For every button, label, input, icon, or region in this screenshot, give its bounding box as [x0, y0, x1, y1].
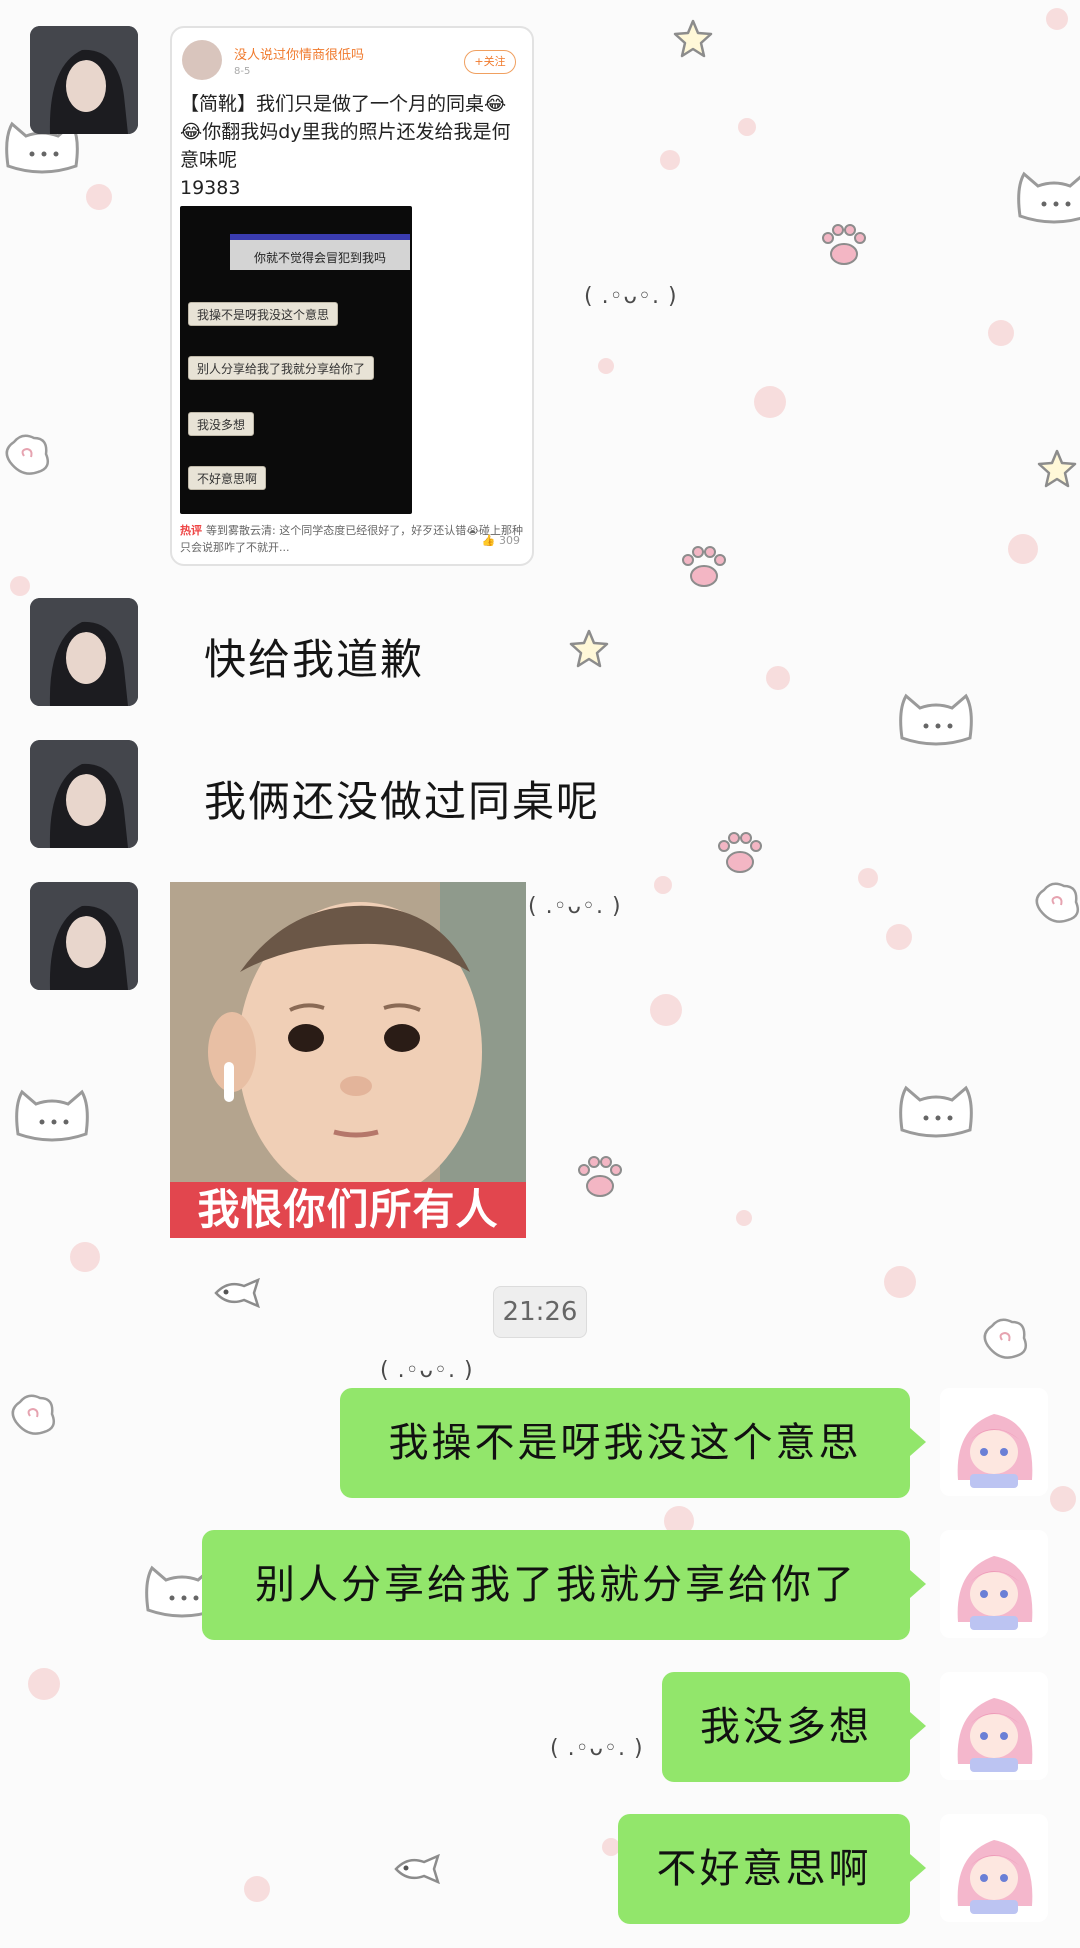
kaomoji-decoration: ( .◦ᴗ◦. ) [584, 284, 678, 309]
received-message-text[interactable]: 快给我道歉 [204, 626, 424, 687]
contact-avatar[interactable] [30, 740, 138, 848]
bg-dot [736, 1210, 752, 1226]
fish-icon [394, 1854, 440, 1884]
contact-avatar[interactable] [30, 882, 138, 990]
swirl-cloud-icon [1035, 882, 1079, 923]
contact-avatar[interactable] [30, 598, 138, 706]
bg-dot [886, 924, 912, 950]
screenshot-line: 你就不觉得会冒犯到我吗 [230, 234, 410, 270]
bg-dot [754, 386, 786, 418]
anime-girl-avatar-image [940, 1814, 1048, 1922]
bg-dot [766, 666, 790, 690]
paw-print-icon [578, 1156, 622, 1197]
sent-message-bubble[interactable]: 我没多想 [662, 1672, 926, 1782]
fish-icon [214, 1278, 260, 1308]
swirl-cloud-icon [11, 1394, 55, 1435]
bg-dot [654, 876, 672, 894]
post-count: 19383 [180, 177, 241, 199]
my-avatar[interactable] [940, 1814, 1048, 1922]
paw-print-icon [718, 832, 762, 873]
bg-dot [738, 118, 756, 136]
bg-dot [70, 1242, 100, 1272]
bg-dot [1046, 8, 1068, 30]
kaomoji-decoration: ( .◦ᴗ◦. ) [528, 894, 622, 919]
contact-avatar-image [30, 598, 138, 706]
post-body: 【简靴】我们只是做了一个月的同桌😂😂你翻我妈dy里我的照片还发给我是何意味呢 [180, 93, 511, 171]
meme-sticker-image[interactable]: 我恨你们所有人 [170, 882, 526, 1238]
post-author-avatar [182, 40, 222, 80]
my-avatar[interactable] [940, 1388, 1048, 1496]
received-message-text[interactable]: 我俩还没做过同桌呢 [204, 768, 600, 829]
screenshot-line: 我操不是呀我没这个意思 [188, 302, 339, 326]
bg-dot [988, 320, 1014, 346]
like-count-value: 309 [499, 534, 520, 547]
anime-girl-avatar-image [940, 1530, 1048, 1638]
post-author-name: 没人说过你情商很低吗 [234, 48, 365, 63]
follow-button[interactable]: +关注 [464, 50, 516, 74]
cat-face-icon [899, 1085, 973, 1138]
post-text: 【简靴】我们只是做了一个月的同桌😂😂你翻我妈dy里我的照片还发给我是何意味呢 1… [180, 90, 526, 202]
bg-dot [598, 358, 614, 374]
hot-comment-badge: 热评 [180, 524, 202, 537]
bg-dot [10, 576, 30, 596]
shared-post-card[interactable]: 没人说过你情商很低吗 8-5 +关注 【简靴】我们只是做了一个月的同桌😂😂你翻我… [170, 26, 534, 566]
contact-avatar[interactable] [30, 26, 138, 134]
contact-avatar-image [30, 26, 138, 134]
sent-message-bubble[interactable]: 我操不是呀我没这个意思 [340, 1388, 926, 1498]
post-header: 没人说过你情商很低吗 8-5 +关注 [182, 40, 522, 90]
cat-face-icon [15, 1089, 89, 1142]
sent-message-bubble[interactable]: 不好意思啊 [618, 1814, 926, 1924]
star-icon [673, 19, 713, 58]
bg-dot [858, 868, 878, 888]
anime-girl-avatar-image [940, 1672, 1048, 1780]
screenshot-line: 我没多想 [188, 412, 255, 436]
sent-message-bubble[interactable]: 别人分享给我了我就分享给你了 [202, 1530, 926, 1640]
post-hot-comment: 热评 等到雾散云清: 这个同学态度已经很好了，好歹还认错😭碰上那种只会说那咋了不就… [180, 522, 526, 562]
bg-dot [884, 1266, 916, 1298]
swirl-cloud-icon [5, 434, 49, 475]
anime-girl-avatar-image [940, 1388, 1048, 1496]
my-avatar[interactable] [940, 1672, 1048, 1780]
contact-avatar-image [30, 740, 138, 848]
post-date: 8-5 [234, 66, 251, 77]
message-timestamp: 21:26 [493, 1286, 587, 1338]
contact-avatar-image [30, 882, 138, 990]
star-icon [1037, 449, 1077, 488]
cat-face-icon [1017, 171, 1080, 224]
swirl-cloud-icon [983, 1318, 1027, 1359]
screenshot-line: 别人分享给我了我就分享给你了 [188, 356, 375, 380]
bg-dot [660, 150, 680, 170]
my-avatar[interactable] [940, 1530, 1048, 1638]
baby-face-illustration [170, 882, 526, 1202]
comment-like-count: 👍 309 [481, 534, 520, 547]
screenshot-line: 不好意思啊 [188, 466, 267, 490]
chat-background: ( .◦ᴗ◦. ) ( .◦ᴗ◦. ) ( .◦ᴗ◦. ) ( .◦ᴗ◦. ) [0, 0, 1080, 1948]
bg-dot [1008, 534, 1038, 564]
bg-dot [86, 184, 112, 210]
bg-dot [650, 994, 682, 1026]
meme-caption: 我恨你们所有人 [170, 1182, 526, 1238]
paw-print-icon [682, 546, 726, 587]
paw-print-icon [822, 224, 866, 265]
hot-comment-text: 等到雾散云清: 这个同学态度已经很好了，好歹还认错😭碰上那种只会说那咋了不就开.… [180, 524, 524, 554]
bg-dot [28, 1668, 60, 1700]
star-icon [569, 629, 609, 668]
bg-dot [244, 1876, 270, 1902]
kaomoji-decoration: ( .◦ᴗ◦. ) [380, 1358, 474, 1383]
cat-face-icon [899, 693, 973, 746]
bg-dot [1050, 1486, 1076, 1512]
post-screenshot-image: 你就不觉得会冒犯到我吗 我操不是呀我没这个意思 别人分享给我了我就分享给你了 我… [180, 206, 412, 514]
kaomoji-decoration: ( .◦ᴗ◦. ) [550, 1736, 644, 1761]
